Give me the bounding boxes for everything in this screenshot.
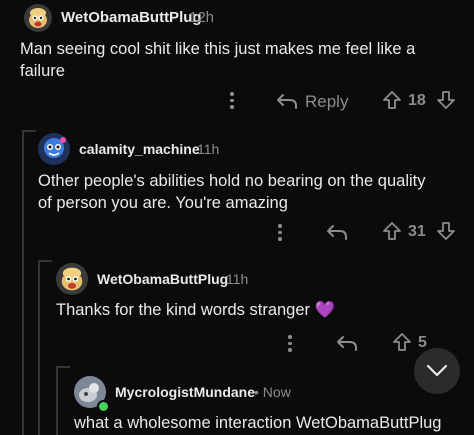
thread-connector-level3 xyxy=(56,366,70,368)
comment-body: Thanks for the kind words stranger 💜 xyxy=(56,299,436,321)
scroll-down-button[interactable] xyxy=(414,348,460,394)
upvote-icon[interactable] xyxy=(382,221,402,241)
more-options-icon[interactable] xyxy=(230,92,234,112)
comment-body: what a wholesome interaction WetObamaBut… xyxy=(74,414,442,432)
thread-line-level1 xyxy=(22,132,24,435)
purple-heart-emoji: 💜 xyxy=(314,301,336,319)
snoo-avatar-icon xyxy=(38,133,70,165)
comment-username[interactable]: calamity_machine xyxy=(79,141,200,157)
comment-text: Thanks for the kind words stranger xyxy=(56,301,311,319)
downvote-icon[interactable] xyxy=(436,90,456,110)
cartoon-avatar-icon xyxy=(24,4,52,32)
chevron-down-icon xyxy=(426,364,448,377)
upvote-icon[interactable] xyxy=(382,90,402,110)
comment-timestamp: 11h xyxy=(197,141,220,157)
comment-timestamp: 12h xyxy=(189,9,215,26)
thread-connector-level2 xyxy=(38,260,52,262)
comment-username[interactable]: WetObamaButtPlug xyxy=(61,9,202,26)
comment-username[interactable]: MycrologistMundane xyxy=(115,384,255,400)
thread-line-level3 xyxy=(56,368,58,435)
reply-arrow-icon[interactable] xyxy=(326,223,348,241)
comment-body: Other people's abilities hold no bearing… xyxy=(38,172,426,212)
reply-button[interactable]: Reply xyxy=(305,92,348,112)
vote-score: 31 xyxy=(408,223,426,240)
avatar[interactable] xyxy=(56,263,88,295)
more-options-icon[interactable] xyxy=(278,224,282,244)
comment-username[interactable]: WetObamaButtPlug xyxy=(97,271,228,287)
vote-score: 5 xyxy=(418,334,427,351)
cartoon-avatar-icon xyxy=(56,263,88,295)
thread-connector-level1 xyxy=(22,130,36,132)
avatar[interactable] xyxy=(38,133,70,165)
upvote-icon[interactable] xyxy=(392,332,412,352)
thread-line-level2 xyxy=(38,262,40,435)
vote-score: 18 xyxy=(408,92,426,109)
avatar[interactable] xyxy=(24,4,52,32)
downvote-icon[interactable] xyxy=(436,221,456,241)
reply-arrow-icon[interactable] xyxy=(336,334,358,352)
more-options-icon[interactable] xyxy=(288,335,292,355)
reply-arrow-icon[interactable] xyxy=(276,92,298,110)
comment-timestamp: 11h xyxy=(226,271,249,287)
comment-timestamp: • Now xyxy=(254,384,291,400)
comment-body: Man seeing cool shit like this just make… xyxy=(20,40,416,80)
